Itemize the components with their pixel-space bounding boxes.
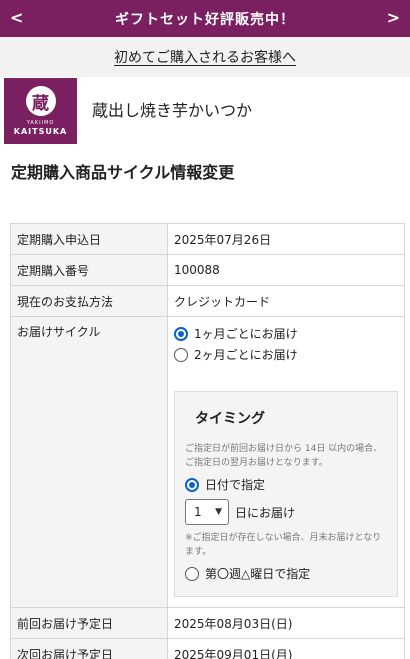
logo-mark-icon: 蔵 bbox=[25, 86, 56, 116]
timing-option-by-date[interactable]: 日付で指定 bbox=[185, 474, 387, 495]
shop-name: 蔵出し焼き芋かいつか bbox=[92, 101, 253, 120]
apply-date-label: 定期購入申込日 bbox=[10, 223, 168, 255]
next-delivery-label: 次回お届け予定日 bbox=[10, 638, 168, 659]
table-row: 前回お届け予定日 2025年08月03日(日) bbox=[10, 607, 405, 639]
logo-subtext: YAKIIMO bbox=[26, 120, 55, 126]
chevron-down-icon[interactable]: ▼ bbox=[215, 507, 222, 517]
delivery-cycle-cell: 1ヶ月ごとにお届け 2ヶ月ごとにお届け タイミング ご指定日が前回お届け日から … bbox=[167, 316, 405, 608]
timing-title: タイミング bbox=[195, 411, 265, 427]
cycle-option-label[interactable]: 1ヶ月ごとにお届け bbox=[194, 325, 298, 342]
table-row: 定期購入申込日 2025年07月26日 bbox=[10, 223, 405, 255]
page-title: 定期購入商品サイクル情報変更 bbox=[11, 163, 235, 182]
timing-option-label[interactable]: 第〇週△曜日で指定 bbox=[205, 565, 310, 582]
first-time-customer-link[interactable]: 初めてご購入されるお客様へ bbox=[114, 47, 296, 67]
cycle-option-2-month[interactable]: 2ヶ月ごとにお届け bbox=[174, 344, 398, 365]
timing-option-by-weekday[interactable]: 第〇週△曜日で指定 bbox=[185, 563, 387, 584]
promo-text[interactable]: ギフトセット好評販売中！ bbox=[115, 9, 295, 29]
payment-method-value: クレジットカード bbox=[167, 285, 405, 317]
radio-icon[interactable] bbox=[174, 347, 188, 362]
table-row: 次回お届け予定日 2025年09月01日(月) bbox=[10, 638, 405, 659]
subscription-info-table: 定期購入申込日 2025年07月26日 定期購入番号 100088 現在のお支払… bbox=[10, 223, 405, 659]
fallback-note: ※ご指定日が存在しない場合、月末お届けとなります。 bbox=[185, 533, 382, 557]
logo-maintext: KAITSUKA bbox=[13, 127, 68, 136]
promo-next-arrow-icon[interactable]: > bbox=[387, 8, 400, 27]
payment-method-label: 現在のお支払方法 bbox=[10, 285, 168, 317]
table-row: お届けサイクル 1ヶ月ごとにお届け 2ヶ月ごとにお届け タイミング ご指定日が前… bbox=[10, 316, 405, 608]
table-row: 定期購入番号 100088 bbox=[10, 254, 405, 286]
promo-banner[interactable]: < ギフトセット好評販売中！ > bbox=[0, 0, 410, 37]
cycle-option-label[interactable]: 2ヶ月ごとにお届け bbox=[194, 346, 298, 363]
promo-prev-arrow-icon[interactable]: < bbox=[10, 8, 23, 27]
cycle-option-1-month[interactable]: 1ヶ月ごとにお届け bbox=[174, 323, 398, 344]
day-select[interactable]: 1 ▼ bbox=[185, 499, 229, 525]
previous-delivery-label: 前回お届け予定日 bbox=[10, 607, 168, 639]
table-row: 現在のお支払方法 クレジットカード bbox=[10, 285, 405, 317]
first-time-bar: 初めてご購入されるお客様へ bbox=[0, 37, 410, 77]
timing-panel: タイミング ご指定日が前回お届け日から 14日 以内の場合、ご指定日の翌月お届け… bbox=[174, 391, 398, 597]
next-delivery-value: 2025年09月01日(月) bbox=[167, 638, 405, 659]
timing-option-label[interactable]: 日付で指定 bbox=[205, 476, 265, 493]
day-select-value[interactable]: 1 bbox=[194, 505, 202, 519]
day-select-line: 1 ▼ 日にお届け bbox=[185, 499, 387, 525]
day-suffix-label: 日にお届け bbox=[235, 505, 296, 520]
previous-delivery-value: 2025年08月03日(日) bbox=[167, 607, 405, 639]
radio-icon[interactable] bbox=[185, 566, 199, 581]
delivery-cycle-label: お届けサイクル bbox=[10, 316, 168, 608]
shop-logo[interactable]: 蔵 YAKIIMO KAITSUKA bbox=[4, 78, 77, 144]
apply-date-value: 2025年07月26日 bbox=[167, 223, 405, 255]
timing-note: ご指定日が前回お届け日から 14日 以内の場合、ご指定日の翌月お届けとなります。 bbox=[185, 444, 383, 468]
subscription-number-value: 100088 bbox=[167, 254, 405, 286]
subscription-number-label: 定期購入番号 bbox=[10, 254, 168, 286]
radio-icon[interactable] bbox=[185, 477, 199, 492]
radio-icon[interactable] bbox=[174, 326, 188, 341]
